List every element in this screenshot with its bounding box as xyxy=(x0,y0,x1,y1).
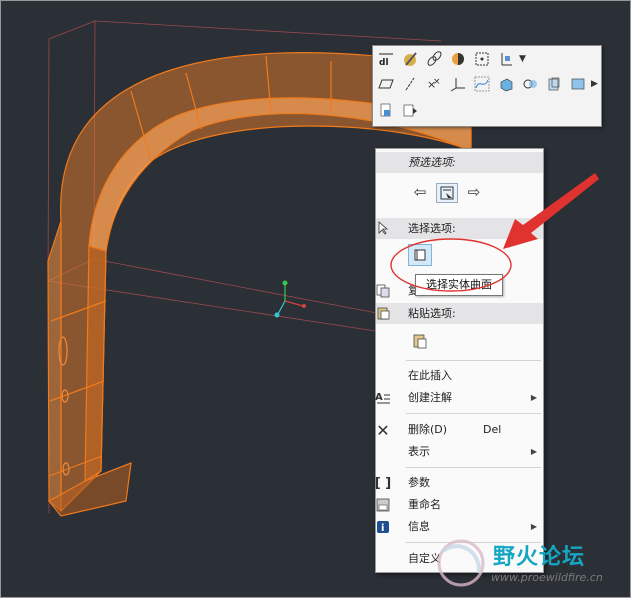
submenu-arrow-icon: ▶ xyxy=(530,447,537,456)
surface-icon[interactable] xyxy=(567,74,589,94)
svg-text:dl: dl xyxy=(379,58,389,67)
watermark: 野火论坛 www.proewildfire.cn xyxy=(431,533,630,595)
svg-text:i: i xyxy=(381,523,384,534)
parameters-item[interactable]: 参数 xyxy=(376,473,543,493)
arrow-right-icon[interactable]: ⇨ xyxy=(464,183,484,201)
delete-item[interactable]: 删除(D) Del xyxy=(376,420,543,440)
select-header: 选择选项: xyxy=(376,218,543,239)
filter-select-icon[interactable] xyxy=(436,183,458,203)
watermark-url: www.proewildfire.cn xyxy=(491,571,603,584)
view-icon[interactable] xyxy=(543,74,565,94)
paste-header: 粘贴选项: xyxy=(376,303,543,324)
preselect-header: 预选选项: xyxy=(376,152,543,173)
context-menu: 预选选项: ⇦ ⇨ 选择选项: 复+C 粘贴选项: 在此插入 创建注解▶ A 删… xyxy=(375,148,544,573)
watermark-title: 野火论坛 xyxy=(493,545,586,570)
watermark-logo-icon xyxy=(437,539,485,587)
chevron-down-icon[interactable]: ▼ xyxy=(519,54,526,64)
coordinate-triad xyxy=(274,280,306,318)
graphics-viewport[interactable]: dl ▼ × × ▶ 预选选项: ⇦ ⇨ 选择选项: 复 粘贴选项: 在此插入 … xyxy=(0,0,631,598)
show-item[interactable]: 表示 ▶ xyxy=(376,442,543,462)
mini-toolbar: dl ▼ × × ▶ xyxy=(372,45,602,127)
axis-icon[interactable] xyxy=(399,74,421,94)
svg-text:A: A xyxy=(375,392,383,403)
cursor-icon xyxy=(374,219,392,237)
tooltip: 选择实体曲面 xyxy=(415,274,503,296)
solid-icon[interactable] xyxy=(495,74,517,94)
insert-icon[interactable] xyxy=(399,100,421,120)
plane-icon[interactable] xyxy=(375,74,397,94)
delete-icon: ✕ xyxy=(376,420,390,440)
svg-text:×: × xyxy=(433,77,441,87)
paste-icon xyxy=(374,304,392,322)
rename-item[interactable]: 重命名 xyxy=(376,495,543,515)
create-annotation-item[interactable]: 创建注解 ▶ xyxy=(376,388,543,408)
rename-icon xyxy=(374,496,392,514)
info-icon: i xyxy=(374,518,392,536)
select-solid-surface-button[interactable] xyxy=(408,244,432,266)
coordinate-icon[interactable] xyxy=(495,49,517,69)
arrow-left-icon[interactable]: ⇦ xyxy=(410,183,430,201)
parameters-icon: [ ] xyxy=(374,475,392,491)
copy-icon xyxy=(374,282,392,300)
dimension-icon[interactable]: dl xyxy=(375,49,397,69)
datum-edge-top xyxy=(94,20,442,42)
insert-here-item[interactable]: 在此插入 xyxy=(376,366,543,386)
analysis-icon[interactable] xyxy=(519,74,541,94)
section-icon[interactable] xyxy=(375,100,397,120)
submenu-arrow-icon: ▶ xyxy=(530,393,537,402)
point-icon[interactable]: × × xyxy=(423,74,445,94)
csys-icon[interactable] xyxy=(447,74,469,94)
sketch-icon[interactable] xyxy=(471,74,493,94)
paste-option-button[interactable] xyxy=(410,331,430,351)
appearance-icon[interactable] xyxy=(447,49,469,69)
grid-icon[interactable] xyxy=(471,49,493,69)
chain-link-icon[interactable] xyxy=(423,49,445,69)
paint-brush-icon[interactable] xyxy=(399,49,421,69)
annotation-icon: A xyxy=(374,389,392,407)
chevron-right-icon[interactable]: ▶ xyxy=(591,79,598,89)
